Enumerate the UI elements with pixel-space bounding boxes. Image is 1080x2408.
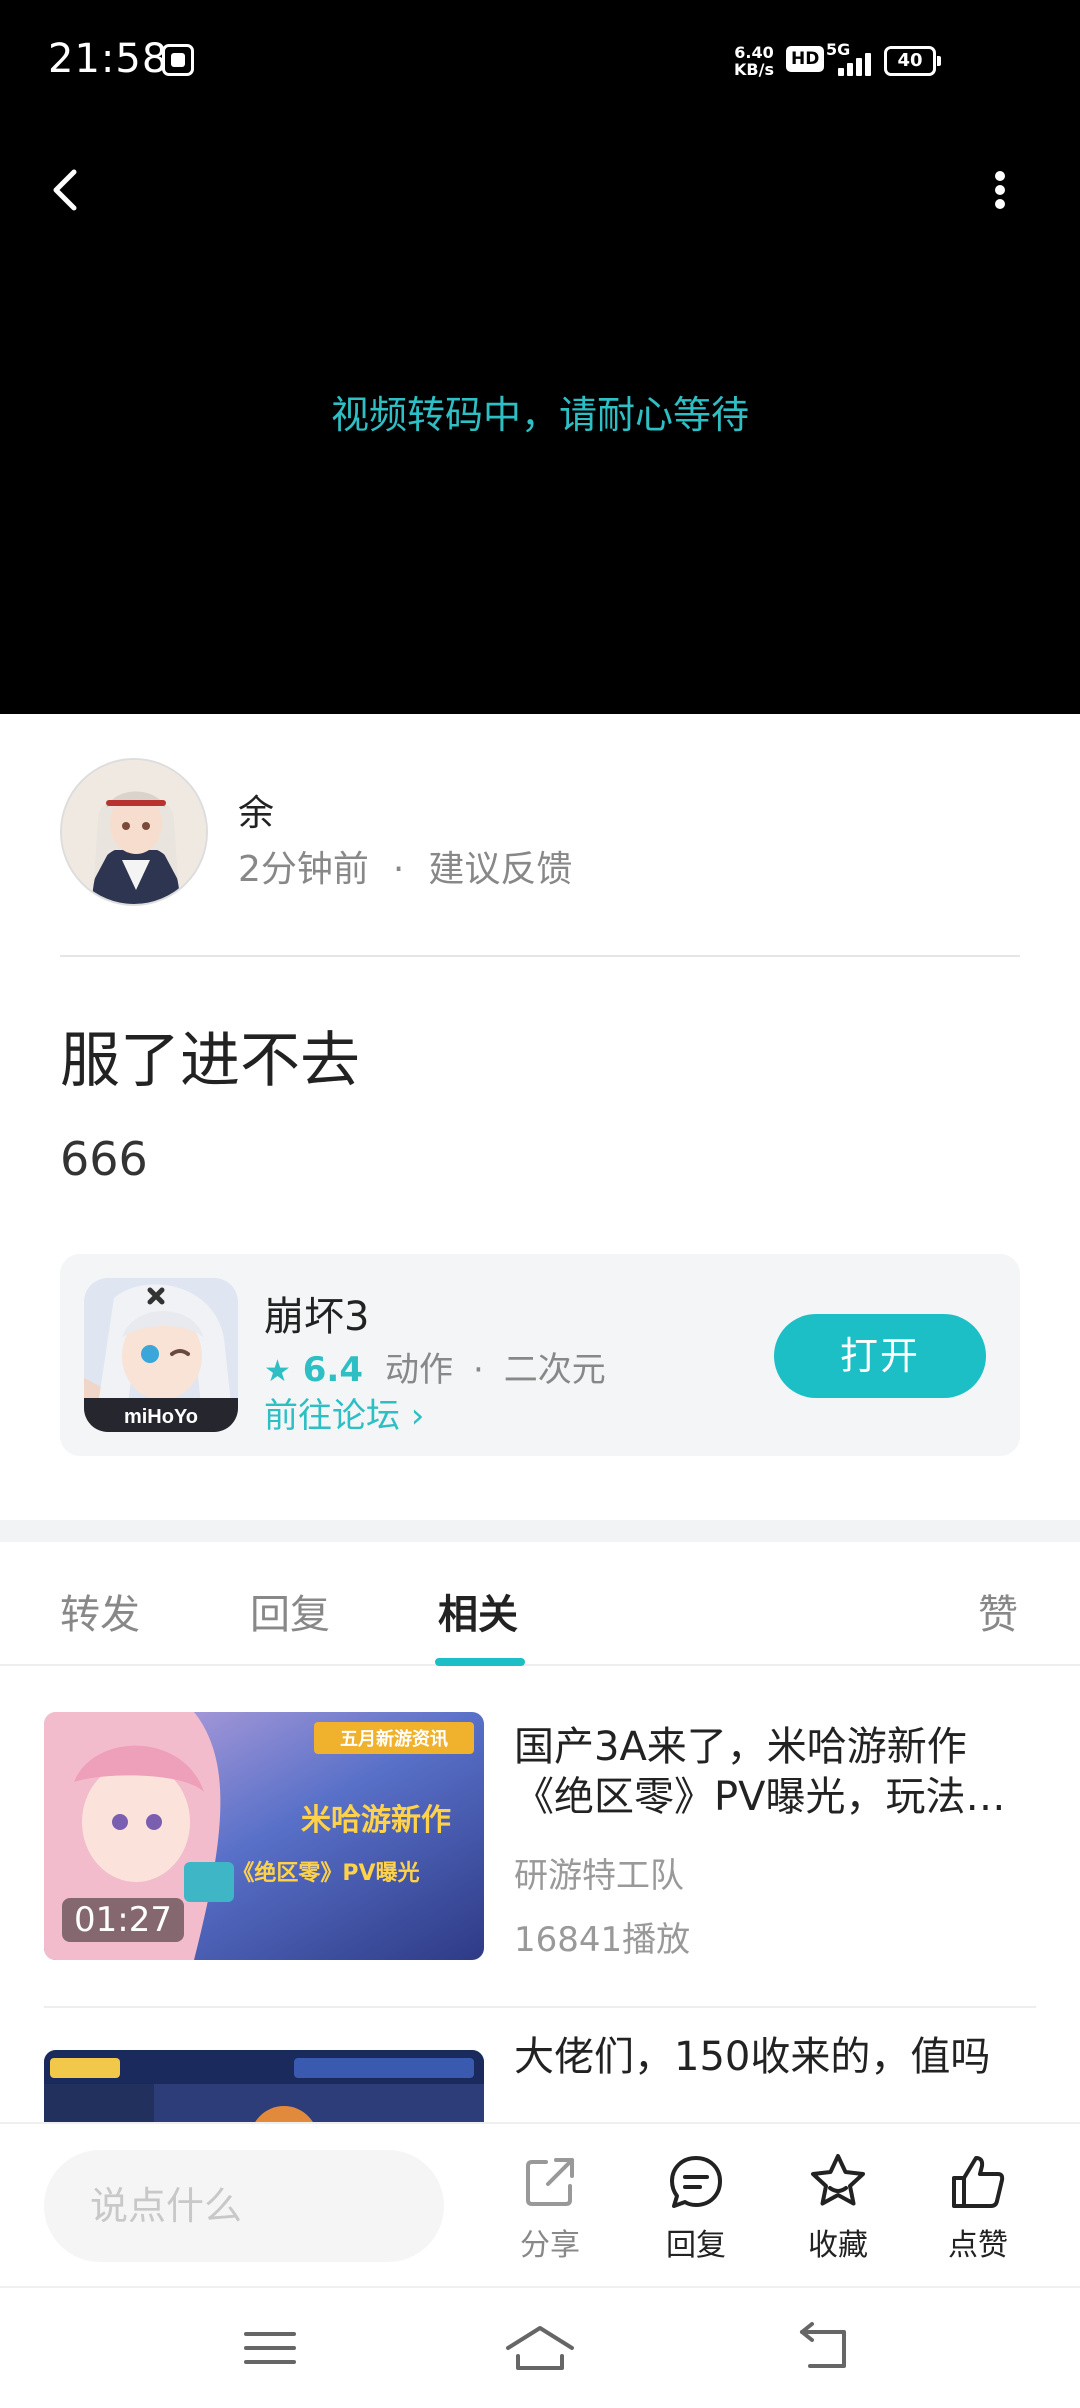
like-label: 点赞 bbox=[948, 2228, 1008, 2263]
game-icon[interactable]: miHoYo bbox=[84, 1278, 238, 1432]
back-nav-button[interactable] bbox=[784, 2318, 864, 2378]
tab-related[interactable]: 相关 bbox=[438, 1582, 518, 1640]
game-meta: ★ 6.4 动作 · 二次元 bbox=[264, 1342, 606, 1391]
star-icon bbox=[811, 2154, 865, 2206]
feedback-link[interactable]: 建议反馈 bbox=[428, 849, 572, 890]
post-body: 666 bbox=[60, 1132, 148, 1186]
share-label: 分享 bbox=[520, 2228, 580, 2263]
game-card[interactable]: miHoYo 崩坏3 ★ 6.4 动作 · 二次元 前往论坛 › 打开 bbox=[60, 1254, 1020, 1456]
reply-label: 回复 bbox=[666, 2228, 726, 2263]
list-item[interactable]: 大佬们，150收来的，值吗 bbox=[0, 2008, 1080, 2122]
game-name: 崩坏3 bbox=[264, 1294, 370, 1340]
author-name[interactable]: 余 bbox=[238, 784, 274, 836]
meta-separator: · bbox=[392, 849, 405, 890]
play-count: 16841播放 bbox=[514, 1920, 691, 1960]
video-player[interactable]: 21:58 6.40 KB/s HD 5G 40 视频转码中，请耐心等待 bbox=[0, 0, 1080, 714]
game-tag: 动作 bbox=[384, 1350, 453, 1390]
back-button[interactable] bbox=[40, 160, 100, 220]
section-divider bbox=[0, 1520, 1080, 1542]
video-thumbnail[interactable]: 五月新游资讯 米哈游新作 《绝区零》PV曝光 01:27 bbox=[44, 1712, 484, 1960]
more-vertical-icon bbox=[995, 171, 1005, 209]
related-title[interactable]: 国产3A来了，米哈游新作《绝区零》PV曝光，玩法… bbox=[514, 1722, 1034, 1822]
author-meta: 2分钟前 · 建议反馈 bbox=[238, 840, 572, 892]
share-button[interactable]: 分享 bbox=[500, 2150, 600, 2270]
game-tag: 二次元 bbox=[503, 1350, 606, 1390]
menu-button[interactable] bbox=[230, 2318, 310, 2378]
forum-link[interactable]: 前往论坛 › bbox=[264, 1388, 424, 1437]
divider bbox=[60, 955, 1020, 957]
post-title: 服了进不去 bbox=[60, 1026, 360, 1096]
transcode-status: 视频转码中，请耐心等待 bbox=[330, 393, 749, 437]
status-time: 21:58 bbox=[48, 36, 169, 82]
comment-input[interactable]: 说点什么 bbox=[44, 2150, 444, 2262]
game-rating: ★ 6.4 bbox=[264, 1350, 363, 1390]
home-button[interactable] bbox=[500, 2318, 580, 2378]
more-button[interactable] bbox=[980, 160, 1020, 220]
menu-icon bbox=[244, 2332, 296, 2364]
action-bar: 说点什么 分享 回复 收藏 点赞 bbox=[0, 2122, 1080, 2286]
status-bar: 21:58 6.40 KB/s HD 5G 40 bbox=[0, 0, 1080, 120]
video-duration: 01:27 bbox=[62, 1898, 184, 1942]
related-title[interactable]: 大佬们，150收来的，值吗 bbox=[514, 2032, 1034, 2092]
tab-forward[interactable]: 转发 bbox=[60, 1582, 140, 1640]
reply-button[interactable]: 回复 bbox=[646, 2150, 746, 2270]
author-header: 余 2分钟前 · 建议反馈 bbox=[0, 714, 1080, 956]
star-icon: ★ bbox=[264, 1354, 291, 1389]
chevron-left-icon bbox=[53, 169, 77, 211]
notification-app-icon bbox=[162, 44, 194, 76]
tab-indicator bbox=[435, 1658, 525, 1666]
game-icon-brand: miHoYo bbox=[124, 1406, 198, 1428]
post-time: 2分钟前 bbox=[238, 849, 369, 890]
video-thumbnail[interactable] bbox=[44, 2050, 484, 2122]
thumb-headline: 米哈游新作 bbox=[301, 1803, 451, 1838]
comment-icon bbox=[670, 2156, 722, 2208]
open-game-button[interactable]: 打开 bbox=[774, 1314, 986, 1398]
tab-bar: 转发 回复 相关 赞 bbox=[0, 1542, 1080, 1666]
meta-separator: · bbox=[472, 1350, 484, 1390]
tab-likes[interactable]: 赞 bbox=[978, 1582, 1018, 1640]
home-icon bbox=[506, 2326, 574, 2370]
list-item[interactable]: 五月新游资讯 米哈游新作 《绝区零》PV曝光 01:27 国产3A来了，米哈游新… bbox=[0, 1670, 1080, 2008]
signal-icon bbox=[838, 52, 874, 76]
tab-replies[interactable]: 回复 bbox=[250, 1582, 330, 1640]
like-button[interactable]: 点赞 bbox=[928, 2150, 1028, 2270]
thumb-banner: 五月新游资讯 bbox=[340, 1728, 448, 1750]
related-author[interactable]: 研游特工队 bbox=[514, 1848, 684, 1897]
network-speed: 6.40 KB/s bbox=[734, 43, 774, 79]
thumb-subtitle: 《绝区零》PV曝光 bbox=[232, 1860, 419, 1886]
back-arrow-icon bbox=[800, 2322, 846, 2368]
hd-icon: HD bbox=[786, 46, 825, 72]
avatar[interactable] bbox=[60, 758, 208, 906]
thumbs-up-icon bbox=[952, 2156, 1005, 2208]
share-icon bbox=[526, 2158, 574, 2206]
favorite-button[interactable]: 收藏 bbox=[788, 2150, 888, 2270]
favorite-label: 收藏 bbox=[808, 2228, 868, 2263]
system-nav-bar bbox=[0, 2286, 1080, 2408]
battery-icon: 40 bbox=[884, 46, 941, 76]
